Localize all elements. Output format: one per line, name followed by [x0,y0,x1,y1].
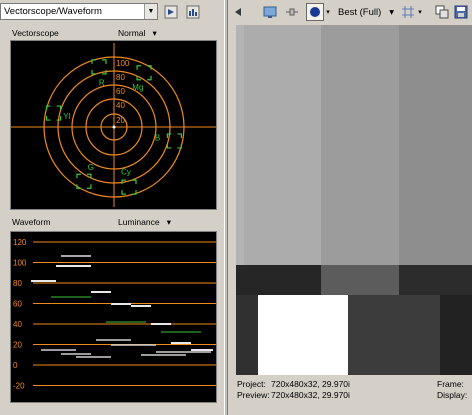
vectorscope-target-label: B [155,133,160,142]
waveform-y-label: 120 [13,238,27,247]
waveform-mode-value: Luminance [118,217,160,227]
display-label: Display: [437,390,468,400]
video-preview-icon[interactable] [262,4,278,20]
chevron-down-icon: ▾ [389,7,394,18]
project-value: 720x480x32, 29.970i [271,379,350,389]
preview-quality-select[interactable]: Best (Full) ▾ [338,7,394,18]
vectorscope-ring-label: 100 [116,59,130,68]
waveform-y-label: 60 [13,300,22,309]
vectorscope-target-box [76,173,92,189]
vectorscope-mode-value: Normal [118,28,146,38]
overlays-icon[interactable] [306,3,324,21]
vectorscope-target-label: R [99,78,105,87]
waveform-y-label: 0 [13,361,18,370]
chevron-down-icon: ▾ [152,28,157,38]
waveform-display: 120 100 80 60 40 20 0 -20 [10,231,217,403]
waveform-y-label: 100 [13,259,27,268]
chevron-down-icon[interactable]: ▼ [144,4,157,19]
waveform-mode-select[interactable]: Luminance ▾ [118,217,171,228]
preview-quality-value: Best (Full) [338,7,382,18]
waveform-y-label: 20 [13,341,22,350]
scopes-panel: Vectorscope/Waveform ▼ Vectorscope Norma… [0,0,224,415]
scope-type-select[interactable]: Vectorscope/Waveform ▼ [0,3,158,20]
panel-menu-icon[interactable] [230,4,246,20]
vectorscope-ring-label: 60 [116,87,125,96]
vectorscope-ring-label: 20 [116,116,125,125]
vectorscope-center [112,125,116,129]
save-snapshot-icon[interactable] [453,4,469,20]
vectorscope-display: 100 80 60 40 20 R Mg B Cy G Yl [10,40,217,210]
grid-icon[interactable] [400,4,416,20]
vectorscope-label: Vectorscope [12,28,59,38]
waveform-y-label: -20 [13,382,25,391]
waveform-y-label: 80 [13,279,22,288]
waveform-y-label: 40 [13,320,22,329]
vectorscope-target-label: Mg [132,83,143,92]
frame-label: Frame: [437,379,464,389]
chevron-down-icon: ▾ [166,217,171,227]
split-screen-icon[interactable] [284,4,300,20]
copy-snapshot-icon[interactable] [434,4,450,20]
waveform-label: Waveform [12,217,51,227]
chevron-down-icon[interactable]: ▾ [416,4,424,20]
project-label: Project: [237,379,266,389]
video-preview-canvas [236,25,472,375]
scope-type-value: Vectorscope/Waveform [4,6,102,17]
vectorscope-target-label: G [88,163,94,172]
vectorscope-target-box [136,65,152,81]
update-scopes-icon[interactable] [185,4,201,20]
vectorscope-mode-select[interactable]: Normal ▾ [118,28,157,39]
vectorscope-target-label: Cy [121,168,131,177]
vectorscope-ring-label: 80 [116,73,125,82]
preview-value: 720x480x32, 29.970i [271,390,350,400]
preview-label: Preview: [237,390,270,400]
vectorscope-ring-label: 40 [116,101,125,110]
vectorscope-target-label: Yl [63,112,70,121]
chevron-down-icon[interactable]: ▾ [324,4,332,20]
scope-settings-icon[interactable] [163,4,179,20]
